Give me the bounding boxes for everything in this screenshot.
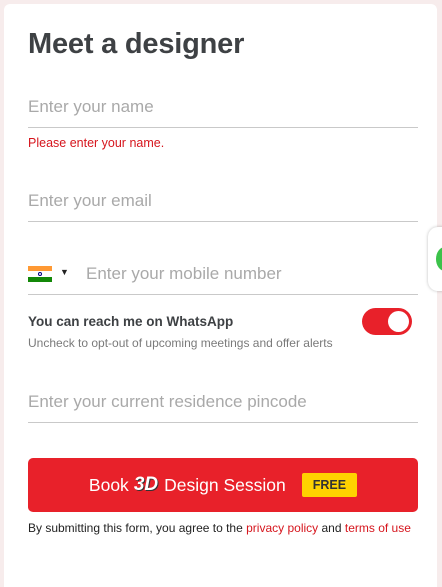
name-input[interactable]: [28, 87, 418, 127]
cta-label-3d: 3D: [133, 474, 159, 495]
country-code-selector[interactable]: ▼: [28, 264, 76, 284]
email-input[interactable]: [28, 181, 418, 221]
whatsapp-label: You can reach me on WhatsApp: [28, 314, 234, 329]
consent-prefix: By submitting this form, you agree to th…: [28, 521, 243, 535]
form-title: Meet a designer: [28, 28, 245, 60]
pincode-input[interactable]: [28, 382, 418, 422]
whatsapp-toggle[interactable]: [362, 308, 412, 335]
consent-text: By submitting this form, you agree to th…: [28, 521, 411, 535]
india-flag-icon: [28, 266, 52, 282]
privacy-policy-link[interactable]: privacy policy: [246, 521, 318, 535]
caret-down-icon: ▼: [60, 267, 69, 277]
chat-icon: [436, 247, 442, 271]
mobile-input[interactable]: [86, 254, 416, 294]
toggle-knob: [388, 311, 409, 332]
pincode-field: [28, 382, 418, 423]
email-field: [28, 181, 418, 222]
free-badge: FREE: [301, 473, 358, 497]
cta-label-prefix: Book: [88, 474, 129, 495]
name-error-message: Please enter your name.: [28, 136, 165, 150]
mobile-field: ▼: [28, 254, 418, 295]
chat-widget-tab[interactable]: [428, 227, 442, 291]
name-field: [28, 87, 418, 128]
consent-and: and: [321, 521, 342, 535]
whatsapp-sublabel: Uncheck to opt-out of upcoming meetings …: [28, 336, 333, 350]
cta-label-suffix: Design Session: [164, 474, 286, 495]
book-design-session-button[interactable]: Book 3D Design Session FREE: [28, 458, 418, 512]
meet-designer-form: Meet a designer Please enter your name. …: [4, 4, 437, 587]
terms-of-use-link[interactable]: terms of use: [345, 521, 411, 535]
